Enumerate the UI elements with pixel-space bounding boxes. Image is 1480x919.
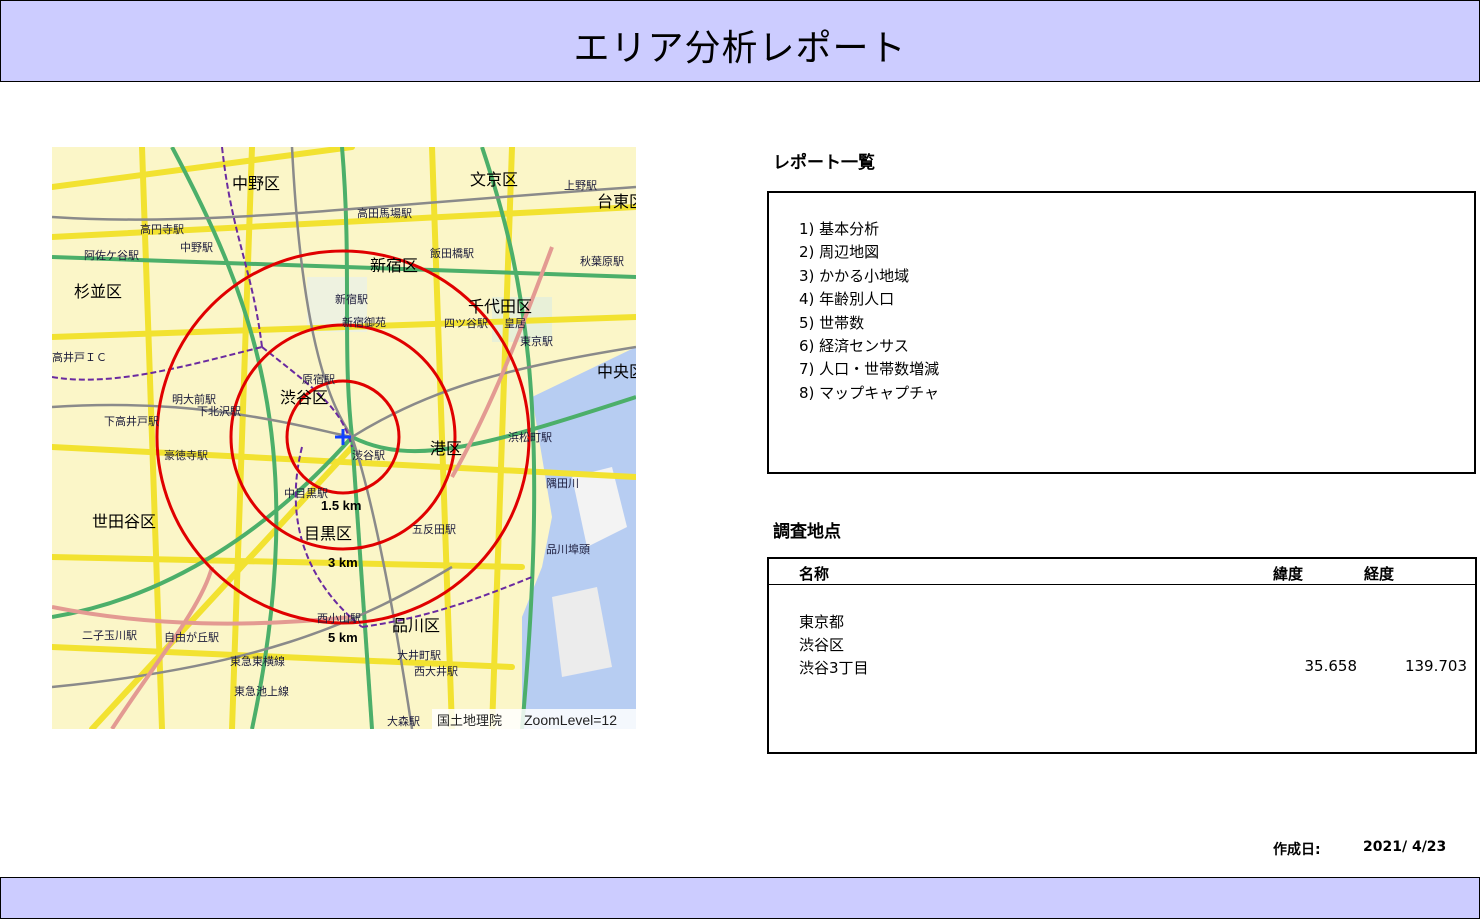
label-shinagawa-wharf: 品川埠頭 xyxy=(546,542,590,556)
label-kokyo: 皇居 xyxy=(504,316,526,330)
label-asagaya-station: 阿佐ケ谷駅 xyxy=(84,248,139,262)
label-takaido-ic: 高井戸ＩＣ xyxy=(52,350,107,364)
survey-point-heading: 調査地点 xyxy=(773,522,841,542)
report-list: 1) 基本分析 2) 周辺地図 3) かかる小地域 4) 年齢別人口 5) 世帯… xyxy=(799,218,939,405)
label-shibuya: 渋谷区 xyxy=(280,388,328,407)
row-name: 渋谷区 xyxy=(799,636,845,654)
created-label: 作成日: xyxy=(1273,842,1321,858)
report-item-economic-census[interactable]: 6) 経済センサス xyxy=(799,335,939,358)
label-sumida-river: 隅田川 xyxy=(546,477,579,490)
label-nakameguro-station: 中目黒駅 xyxy=(284,487,328,500)
label-nishiooi-station: 西大井駅 xyxy=(414,664,458,678)
label-nakano-station: 中野駅 xyxy=(180,241,213,254)
table-header: 名称 緯度 経度 xyxy=(769,559,1475,585)
map-attribution: 国土地理院 xyxy=(437,714,502,729)
row-longitude: 139.703 xyxy=(1404,657,1467,675)
label-meidaimae-station: 明大前駅 xyxy=(172,392,216,406)
table-row: 東京都 xyxy=(769,611,1475,634)
map-svg: 1.5 km 3 km 5 km 文京区 新宿区 杉並区 千代田区 渋谷区 港区… xyxy=(52,147,636,729)
report-list-box: 1) 基本分析 2) 周辺地図 3) かかる小地域 4) 年齢別人口 5) 世帯… xyxy=(767,191,1476,474)
label-ueno-station: 上野駅 xyxy=(564,179,597,192)
label-gotokuji-station: 豪徳寺駅 xyxy=(164,448,208,462)
label-setagaya: 世田谷区 xyxy=(92,512,156,531)
report-item-small-areas[interactable]: 3) かかる小地域 xyxy=(799,265,939,288)
label-koenji-station: 高円寺駅 xyxy=(140,222,184,236)
title-band: エリア分析レポート xyxy=(0,0,1480,82)
report-item-surrounding-map[interactable]: 2) 周辺地図 xyxy=(799,241,939,264)
row-name: 東京都 xyxy=(799,613,845,631)
row-latitude: 35.658 xyxy=(1304,657,1358,675)
label-shimotakaido-station: 下高井戸駅 xyxy=(104,414,159,428)
column-lon-header: 経度 xyxy=(1364,565,1395,583)
ring-label-1-5km: 1.5 km xyxy=(321,498,361,513)
label-shinjuku: 新宿区 xyxy=(370,256,418,275)
label-minato: 港区 xyxy=(430,439,462,458)
label-tokyu-ikegami-line: 東急池上線 xyxy=(234,684,289,698)
label-nishikoyama-station: 西小山駅 xyxy=(317,612,361,625)
report-item-age-population[interactable]: 4) 年齢別人口 xyxy=(799,288,939,311)
table-row: 渋谷区 xyxy=(769,634,1475,657)
page-title: エリア分析レポート xyxy=(573,28,907,69)
ring-label-5km: 5 km xyxy=(328,630,358,645)
label-nakano: 中野区 xyxy=(232,174,280,193)
ring-label-3km: 3 km xyxy=(328,555,358,570)
label-jiyugaoka-station: 自由が丘駅 xyxy=(164,630,219,644)
label-shimokitazawa-station: 下北沢駅 xyxy=(197,404,241,418)
label-takadanobaba-station: 高田馬場駅 xyxy=(357,206,412,220)
label-harajuku-station: 原宿駅 xyxy=(302,372,335,386)
label-tokyo-station: 東京駅 xyxy=(520,334,553,348)
label-shinjuku-gyoen: 新宿御苑 xyxy=(342,315,386,329)
footer-band xyxy=(0,877,1480,919)
report-item-map-capture[interactable]: 8) マップキャプチャ xyxy=(799,382,939,405)
column-name-header: 名称 xyxy=(799,565,830,583)
label-gotanda-station: 五反田駅 xyxy=(412,523,456,536)
label-meguro: 目黒区 xyxy=(304,524,352,543)
label-tokyu-toyoko-line: 東急東横線 xyxy=(230,654,285,668)
report-item-population-change[interactable]: 7) 人口・世帯数増減 xyxy=(799,358,939,381)
label-akihabara-station: 秋葉原駅 xyxy=(580,254,624,268)
report-list-heading: レポート一覧 xyxy=(773,153,875,173)
table-row: 渋谷3丁目 35.658 139.703 xyxy=(769,657,1475,680)
label-futakotamagawa-station: 二子玉川駅 xyxy=(82,629,137,642)
label-bunkyo: 文京区 xyxy=(470,170,518,189)
label-oimachi-station: 大井町駅 xyxy=(397,648,441,662)
created-date: 2021/ 4/23 xyxy=(1363,839,1447,855)
label-shinjuku-station: 新宿駅 xyxy=(335,292,368,306)
label-yotsuya-station: 四ツ谷駅 xyxy=(444,317,488,330)
report-item-basic-analysis[interactable]: 1) 基本分析 xyxy=(799,218,939,241)
row-name: 渋谷3丁目 xyxy=(799,659,869,677)
label-omori-station: 大森駅 xyxy=(387,714,420,728)
map-zoom-level: ZoomLevel=12 xyxy=(524,712,617,728)
area-map[interactable]: 1.5 km 3 km 5 km 文京区 新宿区 杉並区 千代田区 渋谷区 港区… xyxy=(52,147,636,729)
survey-point-table: 名称 緯度 経度 東京都 渋谷区 渋谷3丁目 35.658 139.703 xyxy=(767,557,1477,754)
label-shibuya-station: 渋谷駅 xyxy=(352,449,385,462)
column-lat-header: 緯度 xyxy=(1273,565,1304,583)
label-taito: 台東区 xyxy=(597,192,636,211)
label-hamamatsucho-station: 浜松町駅 xyxy=(508,430,552,444)
label-chiyoda: 千代田区 xyxy=(468,297,532,316)
label-suginami: 杉並区 xyxy=(74,282,122,301)
label-shinagawa: 品川区 xyxy=(392,616,440,635)
label-chuo: 中央区 xyxy=(597,362,636,381)
label-iidabashi-station: 飯田橋駅 xyxy=(430,246,474,260)
report-item-households[interactable]: 5) 世帯数 xyxy=(799,312,939,335)
